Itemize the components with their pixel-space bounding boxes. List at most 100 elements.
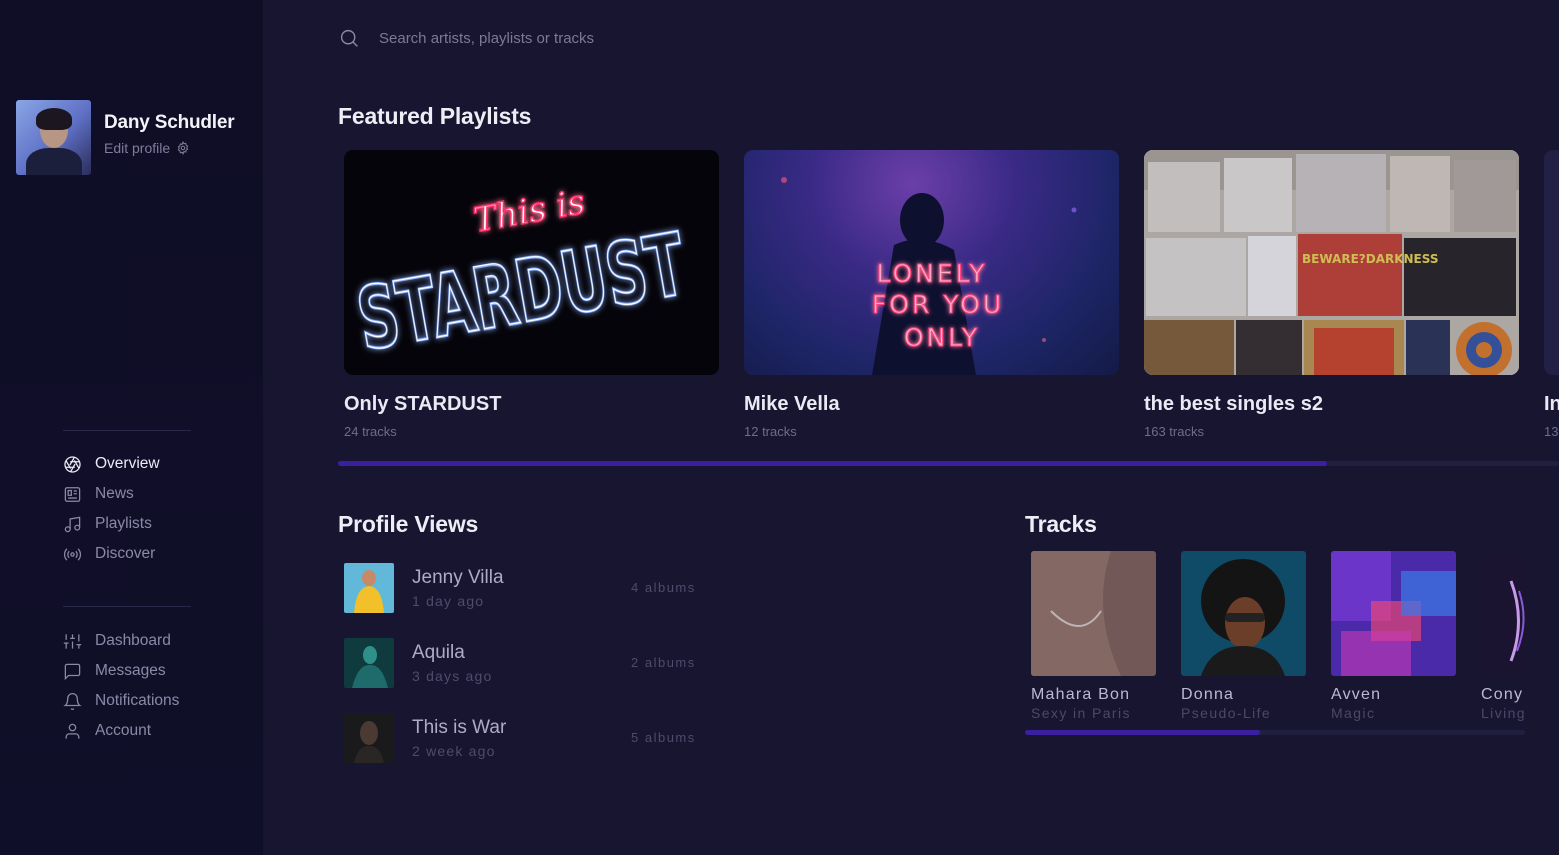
playlist-title: the best singles s2 — [1144, 393, 1323, 415]
tracks-scrollbar[interactable] — [1025, 730, 1525, 735]
view-name: This is War — [412, 717, 507, 738]
profile-views-title: Profile Views — [338, 511, 479, 537]
sidebar: Dany Schudler Edit profile Overview News… — [0, 0, 263, 855]
news-icon — [64, 486, 81, 502]
edit-profile-link[interactable]: Edit profile — [104, 140, 234, 156]
track-title: Donna — [1181, 686, 1235, 703]
view-albums: 2 albums — [631, 655, 696, 670]
primary-nav: Overview News Playlists Discover — [63, 449, 191, 569]
playlist-track-count: 138 — [1544, 424, 1559, 439]
track-subtitle: Pseudo-Life — [1181, 705, 1272, 721]
nav-label: Discover — [95, 545, 156, 562]
nav-label: Dashboard — [95, 632, 171, 649]
track-subtitle: Sexy in Paris — [1031, 705, 1131, 721]
art-text: LONELY — [876, 259, 987, 288]
track-cover — [1031, 551, 1156, 676]
playlist-title: In — [1544, 393, 1559, 415]
record-crates-art: BEWARE?DARKNESS — [1144, 150, 1519, 375]
user-name: Dany Schudler — [104, 112, 235, 133]
track-card[interactable]: Donna Pseudo-Life — [1181, 551, 1306, 721]
silhouette-art: LONELY FOR YOU ONLY — [781, 177, 1077, 375]
playlist-track-count: 24 tracks — [344, 424, 397, 439]
nav-item-dashboard[interactable]: Dashboard — [63, 626, 191, 656]
art-text: ONLY — [904, 323, 980, 352]
search-bar — [339, 28, 779, 49]
nav-label: Playlists — [95, 515, 152, 532]
playlist-cover: This is STARDUST STARDUST — [344, 150, 719, 375]
nav-label: Messages — [95, 662, 166, 679]
nav-label: News — [95, 485, 134, 502]
playlist-cover — [1544, 150, 1559, 375]
view-time: 3 days ago — [412, 668, 493, 684]
nav-label: Account — [95, 722, 152, 739]
edit-profile-label: Edit profile — [104, 140, 171, 156]
playlist-title: Mike Vella — [744, 393, 840, 415]
playlist-card[interactable]: In 138 — [1544, 150, 1559, 439]
tracks-carousel: Mahara Bon Sexy in Paris Donna Pseudo-Li… — [1031, 551, 1525, 726]
nav-item-notifications[interactable]: Notifications — [63, 686, 191, 716]
avatar — [344, 563, 394, 613]
view-time: 2 week ago — [412, 743, 496, 759]
playlist-track-count: 12 tracks — [744, 424, 797, 439]
list-item[interactable]: Jenny Villa 1 day ago 4 albums — [344, 563, 724, 613]
track-subtitle: Living — [1481, 705, 1525, 721]
nav-item-account[interactable]: Account — [63, 716, 191, 746]
art-text: FOR YOU — [872, 290, 1004, 319]
nav-label: Notifications — [95, 692, 180, 709]
list-item[interactable]: This is War 2 week ago 5 albums — [344, 713, 724, 763]
art-text: STARDUST — [350, 215, 693, 371]
broadcast-icon — [63, 547, 82, 561]
scrollbar-thumb[interactable] — [338, 461, 1327, 466]
track-title: Cony — [1481, 686, 1524, 703]
list-item[interactable]: Aquila 3 days ago 2 albums — [344, 638, 724, 688]
track-cover — [1331, 551, 1456, 676]
nav-label: Overview — [95, 455, 160, 472]
user-icon — [65, 723, 80, 739]
scrollbar-thumb[interactable] — [1025, 730, 1260, 735]
view-albums: 4 albums — [631, 580, 696, 595]
featured-playlists-carousel: This is STARDUST STARDUST Only STARDUST … — [344, 150, 1559, 450]
playlist-cover: LONELY FOR YOU ONLY — [744, 150, 1119, 375]
nav-item-overview[interactable]: Overview — [63, 449, 191, 479]
music-note-icon — [64, 516, 81, 532]
playlist-card[interactable]: LONELY FOR YOU ONLY Mike Vella 12 tracks — [744, 150, 1119, 439]
playlist-cover: BEWARE?DARKNESS — [1144, 150, 1519, 375]
featured-scrollbar[interactable] — [338, 461, 1559, 466]
nav-item-messages[interactable]: Messages — [63, 656, 191, 686]
nav-item-news[interactable]: News — [63, 479, 191, 509]
nav-item-discover[interactable]: Discover — [63, 539, 191, 569]
search-icon[interactable] — [339, 28, 360, 49]
sliders-icon — [63, 633, 82, 649]
avatar[interactable] — [16, 100, 91, 175]
playlist-title: Only STARDUST — [344, 393, 502, 415]
view-time: 1 day ago — [412, 593, 485, 609]
gear-icon — [177, 141, 189, 155]
message-icon — [64, 663, 81, 680]
nav-divider — [63, 606, 191, 607]
track-card[interactable]: Cony Living — [1481, 551, 1525, 721]
track-card[interactable]: Avven Magic — [1331, 551, 1456, 721]
track-subtitle: Magic — [1331, 705, 1376, 721]
track-title: Avven — [1331, 686, 1382, 703]
avatar — [344, 638, 394, 688]
neon-sign-art: This is STARDUST STARDUST — [349, 181, 695, 372]
view-name: Aquila — [412, 642, 465, 663]
featured-playlists-title: Featured Playlists — [338, 103, 532, 129]
track-card[interactable]: Mahara Bon Sexy in Paris — [1031, 551, 1156, 721]
nav-divider — [63, 430, 191, 431]
view-name: Jenny Villa — [412, 567, 504, 588]
nav-item-playlists[interactable]: Playlists — [63, 509, 191, 539]
track-cover — [1481, 551, 1525, 676]
bell-icon — [63, 692, 82, 710]
playlist-card[interactable]: This is STARDUST STARDUST Only STARDUST … — [344, 150, 719, 439]
search-input[interactable] — [379, 30, 779, 47]
track-title: Mahara Bon — [1031, 686, 1131, 703]
tracks-title: Tracks — [1025, 511, 1097, 537]
playlist-track-count: 163 tracks — [1144, 424, 1204, 439]
user-profile: Dany Schudler Edit profile — [16, 100, 235, 175]
avatar — [344, 713, 394, 763]
art-text: This is — [471, 182, 588, 241]
view-albums: 5 albums — [631, 730, 696, 745]
playlist-card[interactable]: BEWARE?DARKNESS the best singles s2 163 … — [1144, 150, 1519, 439]
track-cover — [1181, 551, 1306, 676]
